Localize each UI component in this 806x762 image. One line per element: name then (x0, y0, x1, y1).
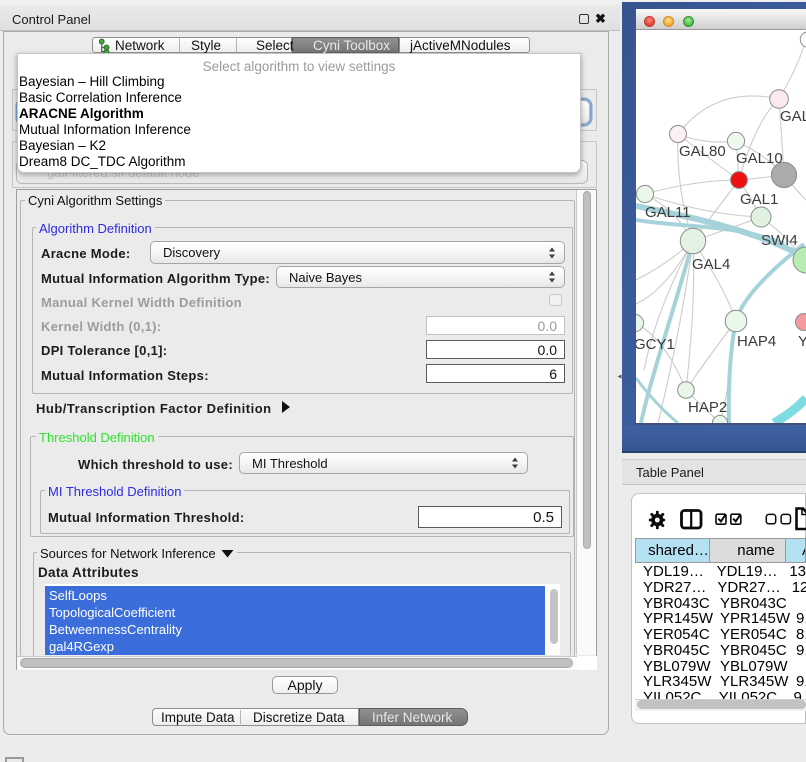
svg-text:GAL11: GAL11 (645, 204, 691, 221)
svg-text:GAL4: GAL4 (692, 256, 730, 273)
svg-text:HAP2: HAP2 (688, 399, 727, 416)
svg-text:GAL80: GAL80 (679, 143, 726, 160)
svg-text:GAL1: GAL1 (740, 191, 778, 208)
svg-text:HAP4: HAP4 (737, 333, 776, 350)
svg-text:GAL: GAL (780, 108, 806, 125)
svg-text:GAL10: GAL10 (736, 150, 783, 167)
svg-text:GCY1: GCY1 (636, 336, 675, 353)
svg-text:Y: Y (798, 333, 806, 350)
svg-text:SWI4: SWI4 (761, 232, 798, 249)
